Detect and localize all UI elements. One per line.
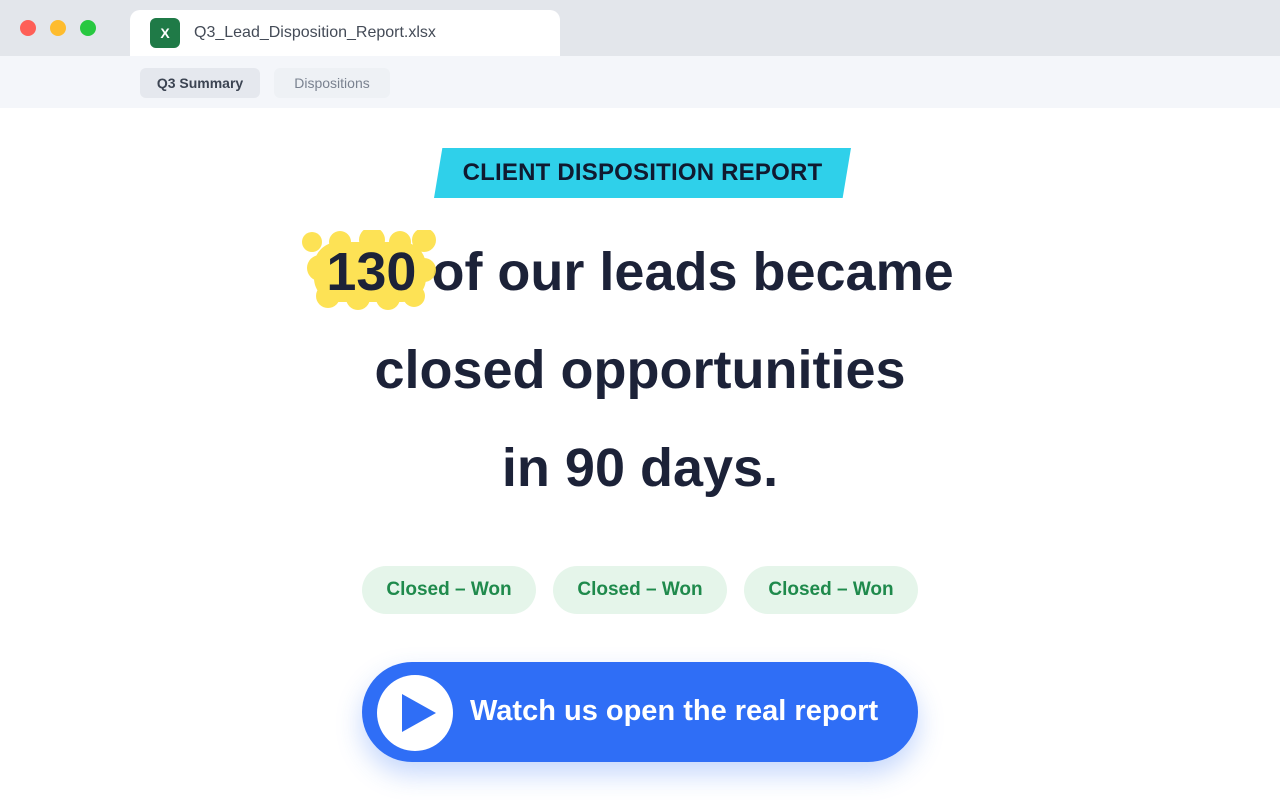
sheet-tab-bar: Q3 Summary Dispositions	[0, 56, 1280, 108]
report-banner: CLIENT DISPOSITION REPORT	[434, 148, 851, 198]
status-pill-closed-won: Closed – Won	[362, 566, 536, 614]
minimize-window-button[interactable]	[50, 20, 66, 36]
maximize-window-button[interactable]	[80, 20, 96, 36]
excel-icon: X	[150, 18, 180, 48]
status-pill-closed-won: Closed – Won	[553, 566, 727, 614]
headline-line-2: closed opportunities	[374, 340, 906, 400]
headline-line-3: in 90 days.	[501, 438, 779, 498]
sheet-tab-dispositions[interactable]: Dispositions	[274, 68, 390, 98]
status-pill-closed-won: Closed – Won	[744, 566, 918, 614]
lead-count: 130	[326, 242, 417, 302]
file-name: Q3_Lead_Disposition_Report.xlsx	[194, 24, 436, 41]
headline-text-1: of our leads became	[416, 242, 954, 302]
sheet-tab-q3-summary[interactable]: Q3 Summary	[140, 68, 260, 98]
watch-report-button[interactable]: Watch us open the real report	[362, 662, 918, 762]
headline-line-1: 130 of our leads became	[0, 230, 1280, 310]
play-icon	[377, 675, 453, 751]
file-tab[interactable]: X Q3_Lead_Disposition_Report.xlsx	[130, 10, 560, 56]
close-window-button[interactable]	[20, 20, 36, 36]
highlighted-number: 130	[302, 230, 437, 310]
watch-report-label: Watch us open the real report	[470, 695, 879, 727]
window-titlebar: X Q3_Lead_Disposition_Report.xlsx	[0, 0, 1280, 56]
